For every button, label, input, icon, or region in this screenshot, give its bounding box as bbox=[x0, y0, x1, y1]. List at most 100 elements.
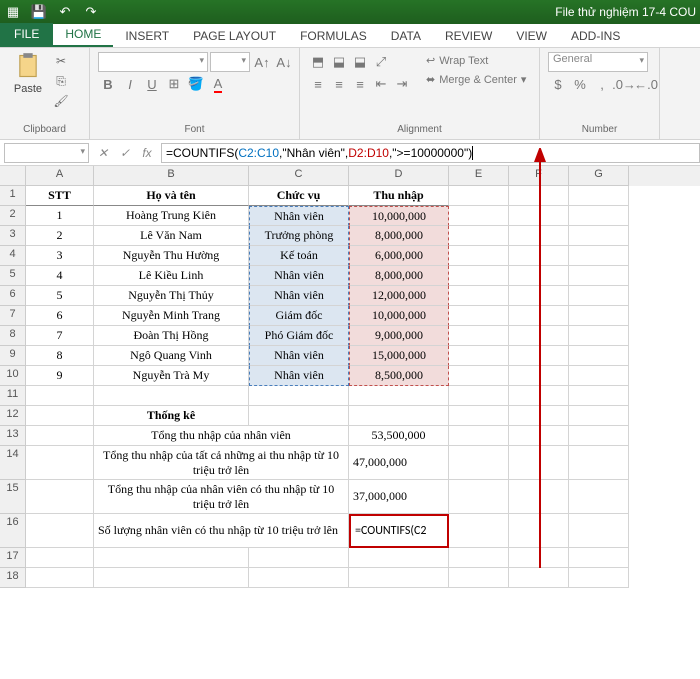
cell-stt[interactable]: 5 bbox=[26, 286, 94, 306]
save-icon[interactable]: 💾 bbox=[30, 3, 48, 21]
cell-income[interactable]: 8,000,000 bbox=[349, 226, 449, 246]
col-header-f[interactable]: F bbox=[509, 166, 569, 186]
cell[interactable] bbox=[509, 286, 569, 306]
cell-stt[interactable]: 8 bbox=[26, 346, 94, 366]
select-all-corner[interactable] bbox=[0, 166, 26, 186]
row-header[interactable]: 5 bbox=[0, 266, 26, 286]
merge-center-button[interactable]: ⬌ Merge & Center ▾ bbox=[422, 71, 530, 88]
cell[interactable] bbox=[349, 406, 449, 426]
align-middle-icon[interactable]: ⬓ bbox=[329, 52, 349, 72]
cell[interactable] bbox=[509, 306, 569, 326]
cell[interactable] bbox=[509, 568, 569, 588]
cell[interactable] bbox=[569, 286, 629, 306]
cell[interactable] bbox=[349, 548, 449, 568]
fill-color-button[interactable]: 🪣 bbox=[186, 74, 206, 94]
row-header[interactable]: 2 bbox=[0, 206, 26, 226]
cell-stt[interactable]: 3 bbox=[26, 246, 94, 266]
row-header[interactable]: 3 bbox=[0, 226, 26, 246]
tab-data[interactable]: DATA bbox=[379, 25, 433, 47]
row-header[interactable]: 18 bbox=[0, 568, 26, 588]
cell-income[interactable]: 15,000,000 bbox=[349, 346, 449, 366]
row-header[interactable]: 4 bbox=[0, 246, 26, 266]
cell[interactable] bbox=[569, 246, 629, 266]
cell[interactable] bbox=[349, 568, 449, 588]
decrease-font-icon[interactable]: A↓ bbox=[274, 52, 294, 72]
row-header[interactable]: 10 bbox=[0, 366, 26, 386]
border-button[interactable]: ⊞ bbox=[164, 74, 184, 94]
cell[interactable] bbox=[509, 346, 569, 366]
cell[interactable] bbox=[449, 266, 509, 286]
row-header[interactable]: 14 bbox=[0, 446, 26, 480]
col-header-d[interactable]: D bbox=[349, 166, 449, 186]
row-header[interactable]: 11 bbox=[0, 386, 26, 406]
cell-role[interactable]: Trưởng phòng bbox=[249, 226, 349, 246]
tab-insert[interactable]: INSERT bbox=[113, 25, 181, 47]
cell-income[interactable]: 6,000,000 bbox=[349, 246, 449, 266]
cell[interactable] bbox=[569, 406, 629, 426]
cell-stt[interactable]: 4 bbox=[26, 266, 94, 286]
cell[interactable] bbox=[94, 386, 249, 406]
cell[interactable] bbox=[249, 548, 349, 568]
cell-role[interactable]: Nhân viên bbox=[249, 206, 349, 226]
cell[interactable] bbox=[249, 386, 349, 406]
cell[interactable] bbox=[449, 548, 509, 568]
row-header[interactable]: 9 bbox=[0, 346, 26, 366]
align-right-icon[interactable]: ≡ bbox=[350, 74, 370, 94]
cell-role[interactable]: Nhân viên bbox=[249, 346, 349, 366]
col-header-e[interactable]: E bbox=[449, 166, 509, 186]
cell[interactable] bbox=[509, 446, 569, 480]
stats-val[interactable]: 47,000,000 bbox=[349, 446, 449, 480]
stats-label[interactable]: Số lượng nhân viên có thu nhập từ 10 tri… bbox=[94, 514, 349, 548]
cell[interactable] bbox=[94, 568, 249, 588]
stats-val[interactable]: 53,500,000 bbox=[349, 426, 449, 446]
cell-name[interactable]: Lê Kiều Linh bbox=[94, 266, 249, 286]
formula-input[interactable]: =COUNTIFS(C2:C10,"Nhân viên",D2:D10,">=1… bbox=[161, 143, 700, 163]
cell-income[interactable]: 10,000,000 bbox=[349, 206, 449, 226]
font-family-combo[interactable] bbox=[98, 52, 208, 72]
row-header[interactable]: 1 bbox=[0, 186, 26, 206]
align-left-icon[interactable]: ≡ bbox=[308, 74, 328, 94]
cell-stt[interactable]: 9 bbox=[26, 366, 94, 386]
cell[interactable] bbox=[94, 548, 249, 568]
tab-home[interactable]: HOME bbox=[53, 23, 113, 47]
active-cell[interactable]: =COUNTIFS(C2 bbox=[349, 514, 449, 548]
cell[interactable] bbox=[449, 568, 509, 588]
bold-button[interactable]: B bbox=[98, 74, 118, 94]
cell[interactable] bbox=[509, 246, 569, 266]
cell-stt[interactable]: 6 bbox=[26, 306, 94, 326]
cell[interactable] bbox=[26, 406, 94, 426]
cell-name[interactable]: Lê Văn Nam bbox=[94, 226, 249, 246]
cell[interactable] bbox=[26, 426, 94, 446]
cell[interactable] bbox=[449, 346, 509, 366]
cell[interactable] bbox=[509, 186, 569, 206]
cell[interactable] bbox=[449, 406, 509, 426]
cell-role[interactable]: Giám đốc bbox=[249, 306, 349, 326]
cell[interactable] bbox=[509, 266, 569, 286]
cell-role[interactable]: Nhân viên bbox=[249, 266, 349, 286]
underline-button[interactable]: U bbox=[142, 74, 162, 94]
name-box[interactable] bbox=[4, 143, 89, 163]
cell[interactable] bbox=[249, 406, 349, 426]
cell[interactable] bbox=[26, 446, 94, 480]
cell-income[interactable]: 9,000,000 bbox=[349, 326, 449, 346]
row-header[interactable]: 12 bbox=[0, 406, 26, 426]
col-header-c[interactable]: C bbox=[249, 166, 349, 186]
enter-formula-icon[interactable]: ✓ bbox=[115, 143, 135, 163]
header-role[interactable]: Chức vụ bbox=[249, 186, 349, 206]
cell-name[interactable]: Nguyễn Thu Hường bbox=[94, 246, 249, 266]
percent-icon[interactable]: % bbox=[570, 74, 590, 94]
cell-name[interactable]: Đoàn Thị Hồng bbox=[94, 326, 249, 346]
copy-icon[interactable]: ⎘ bbox=[52, 72, 70, 90]
cell[interactable] bbox=[569, 548, 629, 568]
cell[interactable] bbox=[509, 206, 569, 226]
cell[interactable] bbox=[26, 480, 94, 514]
col-header-g[interactable]: G bbox=[569, 166, 629, 186]
cell[interactable] bbox=[569, 366, 629, 386]
cell[interactable] bbox=[569, 426, 629, 446]
col-header-a[interactable]: A bbox=[26, 166, 94, 186]
cancel-formula-icon[interactable]: ✕ bbox=[93, 143, 113, 163]
row-header[interactable]: 6 bbox=[0, 286, 26, 306]
row-header[interactable]: 7 bbox=[0, 306, 26, 326]
stats-title[interactable]: Thống kê bbox=[94, 406, 249, 426]
cell-name[interactable]: Nguyễn Thị Thủy bbox=[94, 286, 249, 306]
